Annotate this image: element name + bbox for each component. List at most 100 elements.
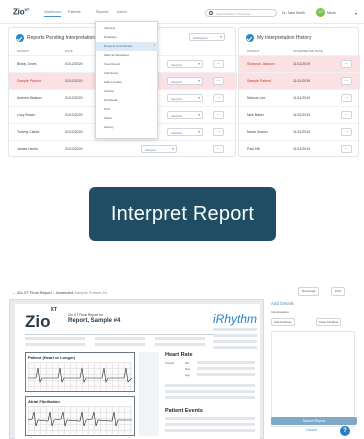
detail-line <box>165 396 255 399</box>
table-row[interactable]: Nick Baker 11/11/2019 ··· <box>239 106 360 123</box>
chevron-right-icon: › <box>153 43 155 49</box>
action-select[interactable]: Interpret ▾ <box>167 128 203 136</box>
more-options-button[interactable]: ··· <box>341 77 352 85</box>
tab-dashboard[interactable]: Dashboard <box>44 10 62 17</box>
detail-line <box>197 373 255 376</box>
action-select[interactable]: Interpret ▾ <box>141 145 177 153</box>
card-title: My Interpretation History <box>257 35 312 41</box>
user-menu-label[interactable]: Menu <box>327 11 336 15</box>
top-navigation: ZioXT Dashboard Patients Reports Admin S… <box>0 0 364 24</box>
table-row[interactable]: Shannon Jackson 11/11/2019 ··· <box>239 55 360 72</box>
pdf-viewer[interactable]: ZioXT Zio XT Final Report for Report, Sa… <box>9 299 264 439</box>
menu-item[interactable]: Share <box>96 114 159 123</box>
more-options-button[interactable]: ··· <box>341 145 352 153</box>
hr-label: Avg <box>185 373 190 377</box>
patient-name: Marcus Lee <box>247 96 266 100</box>
filter-select[interactable]: All Reports ▾ <box>189 33 225 41</box>
section-title: Patient (Heart or Longer) <box>28 355 76 360</box>
report-date: 01/12/2020 <box>65 62 83 66</box>
table-row[interactable]: Maria Gomez 11/11/2019 ··· <box>239 123 360 140</box>
submit-report-button[interactable]: Submit Report <box>271 417 357 425</box>
detail-line <box>95 343 145 346</box>
heart-rate-title: Heart Rate <box>165 352 193 358</box>
more-options-button[interactable]: ··· <box>213 145 224 153</box>
menu-item[interactable]: History <box>96 123 159 132</box>
menu-item[interactable]: Archive <box>96 87 159 96</box>
back-link[interactable]: ← Zio XT Final Report – Amended Sample P… <box>12 290 107 295</box>
more-options-button[interactable]: ··· <box>341 111 352 119</box>
search-icon <box>209 11 213 15</box>
patient-name: Tommy Clarke <box>17 130 40 134</box>
report-title: Report, Sample #4 <box>68 318 121 324</box>
menu-item[interactable]: Interpret <box>96 24 159 33</box>
print-button[interactable]: Print <box>331 287 346 296</box>
chevron-down-icon[interactable]: ▾ <box>355 11 357 16</box>
search-input[interactable]: Search Patient, Physician... <box>205 9 277 17</box>
report-subtitle: Zio XT Final Report for <box>68 313 104 317</box>
af-waveform <box>27 411 132 427</box>
more-options-button[interactable]: ··· <box>213 94 224 102</box>
interpretation-label: Interpretation <box>271 310 289 314</box>
tab-patients[interactable]: Patients <box>68 10 81 14</box>
ecg-strip <box>28 362 133 390</box>
help-icon[interactable]: ? <box>340 426 350 436</box>
action-select[interactable]: Interpret ▾ <box>167 77 203 85</box>
action-select[interactable]: Interpret ▾ <box>167 94 203 102</box>
report-date: 01/12/2020 <box>65 96 83 100</box>
detail-line <box>213 334 257 337</box>
action-select[interactable]: Interpret ▾ <box>167 60 203 68</box>
action-select[interactable]: Interpret ▾ <box>167 111 203 119</box>
tab-admin[interactable]: Admin <box>117 10 127 14</box>
more-options-button[interactable]: ··· <box>341 128 352 136</box>
hr-label: Min <box>185 361 190 365</box>
detail-line <box>213 328 257 331</box>
detail-line <box>155 337 205 340</box>
detail-line <box>165 423 255 426</box>
zio-logo[interactable]: ZioXT <box>13 7 29 17</box>
add-findings-button[interactable]: Add Findings <box>271 318 295 326</box>
avatar[interactable]: JS <box>316 8 325 17</box>
interpreted-date: 11/11/2019 <box>293 130 310 134</box>
detail-line <box>95 337 145 340</box>
hr-label: Max <box>185 367 191 371</box>
clear-findings-button[interactable]: Clear Findings <box>316 318 342 326</box>
section-title: Atrial Fibrillation <box>28 399 60 404</box>
menu-item[interactable]: Mark as Reviewed <box>96 51 159 60</box>
more-options-button[interactable]: ··· <box>213 60 224 68</box>
more-options-button[interactable]: ··· <box>341 94 352 102</box>
tab-reports[interactable]: Reports <box>96 10 108 14</box>
more-options-button[interactable]: ··· <box>213 111 224 119</box>
detail-line <box>165 390 255 393</box>
patient-name: Andrew Watson <box>17 96 42 100</box>
menu-item[interactable]: Add Notes <box>96 69 159 78</box>
detail-line <box>197 361 255 364</box>
table-row[interactable]: James Harris 01/12/2020 Interpret ▾ ··· <box>9 140 237 157</box>
table-row[interactable]: Paul Hill 11/11/2019 ··· <box>239 140 360 157</box>
table-row[interactable]: Marcus Lee 11/11/2019 ··· <box>239 89 360 106</box>
more-options-button[interactable]: ··· <box>341 60 352 68</box>
menu-item[interactable]: Add to Folder <box>96 78 159 87</box>
patient-name: Sample Patient <box>17 79 41 83</box>
check-circle-icon <box>16 34 24 42</box>
download-button[interactable]: Download <box>298 287 320 296</box>
more-options-button[interactable]: ··· <box>213 77 224 85</box>
menu-item-highlighted[interactable]: Request Amendment › <box>96 42 159 51</box>
cancel-link[interactable]: Cancel <box>306 428 317 432</box>
detail-line <box>213 340 257 343</box>
interpret-report-button[interactable]: Interpret Report <box>89 187 276 241</box>
interpretation-textarea[interactable] <box>271 331 355 427</box>
menu-item[interactable]: Reassign <box>96 33 159 42</box>
interpreted-date: 11/11/2019 <box>293 113 310 117</box>
ecg-section: Patient (Heart or Longer) <box>25 352 135 392</box>
interpretation-side-panel: Add Details Interpretation Add Findings … <box>266 299 364 439</box>
menu-item[interactable]: Print <box>96 105 159 114</box>
patient-name: James Harris <box>17 147 38 151</box>
dashboard-panel: ZioXT Dashboard Patients Reports Admin S… <box>0 0 364 160</box>
detail-line <box>155 343 205 346</box>
detail-line <box>25 343 85 346</box>
af-section: Atrial Fibrillation <box>25 396 135 436</box>
menu-item[interactable]: View Report <box>96 60 159 69</box>
table-row[interactable]: Sample Patient 11/11/2019 ··· <box>239 72 360 89</box>
menu-item[interactable]: Download <box>96 96 159 105</box>
more-options-button[interactable]: ··· <box>213 128 224 136</box>
